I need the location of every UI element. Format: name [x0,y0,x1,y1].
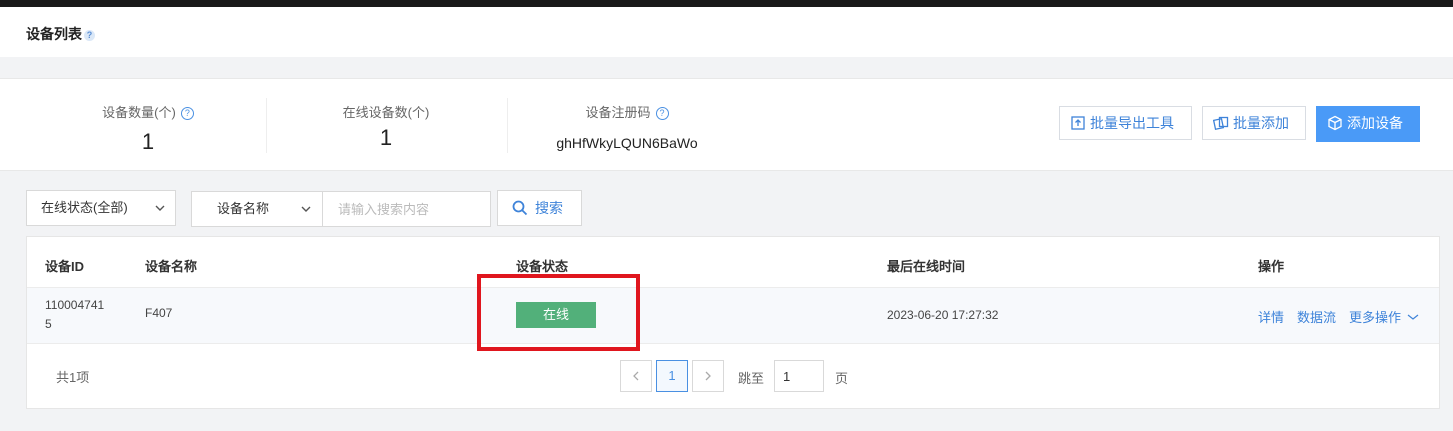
search-icon [512,200,528,215]
highlight-annotation-box [477,274,640,351]
page-title-text: 设备列表 [26,26,82,42]
stat-online-count-label: 在线设备数(个) [342,105,430,120]
stat-register-code-value: ghHfWkyLQUN6BaWo [556,135,698,151]
column-header-device-status: 设备状态 [516,259,569,274]
batch-add-label: 批量添加 [1233,115,1289,131]
stat-online-count-value: 1 [379,125,393,150]
column-header-operations: 操作 [1258,259,1285,274]
search-button[interactable]: 搜索 [497,190,582,226]
page-suffix-label: 页 [835,371,849,386]
help-icon[interactable]: ? [84,29,95,41]
chevron-down-icon [301,192,311,239]
add-device-button[interactable]: 添加设备 [1316,106,1420,142]
device-id-line: 110004741 [45,298,105,312]
chevron-right-icon [705,371,711,381]
device-table: 设备ID 设备名称 设备状态 最后在线时间 操作 110004741 5 F40… [26,236,1440,409]
more-actions-link[interactable]: 更多操作 [1349,307,1419,326]
chevron-down-icon [155,191,165,238]
search-input[interactable] [322,191,491,227]
status-filter-select[interactable]: 在线状态(全部) [26,190,176,226]
stat-device-count-label: 设备数量(个)? [28,102,268,121]
top-bar [0,0,1453,7]
column-header-device-id: 设备ID [45,259,85,274]
column-header-device-name: 设备名称 [145,259,198,274]
page-button-current[interactable]: 1 [656,360,688,392]
stat-register-code-label: 设备注册码? [507,102,747,121]
device-name-cell: F407 [145,306,173,320]
data-stream-link[interactable]: 数据流 [1297,307,1336,326]
jump-page-input[interactable] [774,360,824,392]
export-icon [1071,116,1085,130]
search-field-select[interactable]: 设备名称 [191,191,323,227]
jump-to-label: 跳至 [738,371,765,386]
stats-panel: 设备数量(个)? 1 在线设备数(个) 1 设备注册码? ghHfWkyLQUN… [0,78,1453,171]
batch-add-button[interactable]: 批量添加 [1202,106,1306,140]
column-header-last-online: 最后在线时间 [887,259,966,274]
status-filter-value: 在线状态(全部) [41,200,128,215]
next-page-button[interactable] [692,360,724,392]
batch-export-tool-button[interactable]: 批量导出工具 [1059,106,1192,140]
chevron-left-icon [633,371,639,381]
copy-icon [1212,116,1229,130]
cube-icon [1328,115,1342,131]
page-header: 设备列表? [0,7,1453,57]
prev-page-button[interactable] [620,360,652,392]
detail-link[interactable]: 详情 [1258,307,1284,326]
help-icon[interactable]: ? [655,107,669,121]
table-row: 110004741 5 F407 在线 2023-06-20 17:27:32 … [27,287,1439,344]
device-id-line: 5 [45,317,52,331]
search-field-value: 设备名称 [217,201,270,216]
total-count: 共1项 [56,370,90,385]
device-id-cell: 110004741 5 [45,298,104,331]
batch-export-tool-label: 批量导出工具 [1090,115,1174,131]
chevron-down-icon [1407,314,1419,320]
last-online-cell: 2023-06-20 17:27:32 [887,308,999,322]
help-icon[interactable]: ? [180,107,194,121]
search-button-label: 搜索 [535,200,563,216]
add-device-label: 添加设备 [1347,115,1403,131]
more-actions-label: 更多操作 [1349,310,1402,325]
page-title: 设备列表? [26,24,95,44]
stat-device-count-value: 1 [141,129,155,154]
